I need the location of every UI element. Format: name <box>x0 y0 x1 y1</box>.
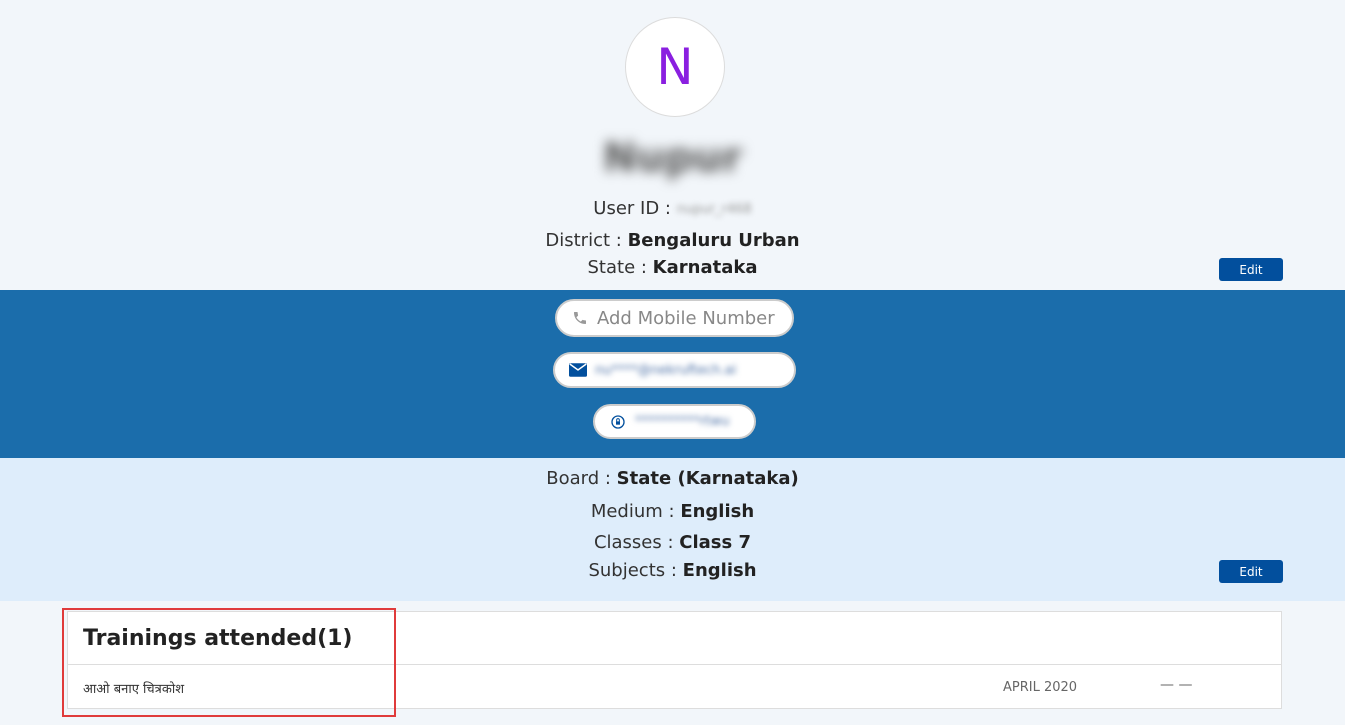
subjects-label: Subjects : <box>588 560 677 581</box>
edit-preferences-button[interactable]: Edit <box>1219 560 1283 583</box>
trainings-card: Trainings attended(1) आओ बनाए चित्रकोश A… <box>67 611 1282 709</box>
training-date: APRIL 2020 <box>1003 680 1078 695</box>
subjects-value: English <box>682 560 757 581</box>
subjects-row: Subjects : English <box>0 560 1345 581</box>
avatar: N <box>625 17 725 117</box>
email-field[interactable]: nu****@nekruftech.ai <box>553 352 796 388</box>
edit-profile-button[interactable]: Edit <box>1219 258 1283 281</box>
medium-value: English <box>680 501 755 522</box>
recovery-value: **********rtwu <box>635 414 730 429</box>
profile-header: N Nupur User ID : nupur_r468 District : … <box>0 0 1345 290</box>
district-value: Bengaluru Urban <box>627 230 800 251</box>
training-name: आओ बनाए चित्रकोश <box>83 682 185 697</box>
board-value: State (Karnataka) <box>616 468 799 489</box>
classes-value: Class 7 <box>679 532 752 553</box>
trainings-title: Trainings attended(1) <box>68 612 1281 665</box>
add-mobile-button[interactable]: Add Mobile Number <box>555 299 794 337</box>
district-label: District : <box>545 230 622 251</box>
user-id-label: User ID : <box>593 198 671 219</box>
training-row[interactable]: आओ बनाए चित्रकोश APRIL 2020 — — <box>68 665 1281 709</box>
medium-label: Medium : <box>590 501 675 522</box>
training-status: — — <box>1160 677 1193 693</box>
phone-icon <box>571 309 589 327</box>
recovery-field[interactable]: **********rtwu <box>593 404 756 439</box>
mobile-placeholder: Add Mobile Number <box>597 307 775 329</box>
state-row: State : Karnataka <box>0 257 1345 278</box>
envelope-icon <box>569 361 587 379</box>
preferences-band: Board : State (Karnataka) Medium : Engli… <box>0 458 1345 601</box>
board-label: Board : <box>546 468 611 489</box>
board-row: Board : State (Karnataka) <box>0 468 1345 489</box>
email-value: nu****@nekruftech.ai <box>595 362 737 378</box>
contact-band: Add Mobile Number nu****@nekruftech.ai *… <box>0 290 1345 458</box>
state-value: Karnataka <box>652 257 758 278</box>
user-id-row: User ID : nupur_r468 <box>0 198 1345 219</box>
district-row: District : Bengaluru Urban <box>0 230 1345 251</box>
classes-row: Classes : Class 7 <box>0 532 1345 553</box>
user-name: Nupur <box>603 135 742 181</box>
classes-label: Classes : <box>593 532 674 553</box>
medium-row: Medium : English <box>0 501 1345 522</box>
lock-reset-icon <box>609 413 627 431</box>
state-label: State : <box>587 257 647 278</box>
user-id-value: nupur_r468 <box>676 201 752 217</box>
